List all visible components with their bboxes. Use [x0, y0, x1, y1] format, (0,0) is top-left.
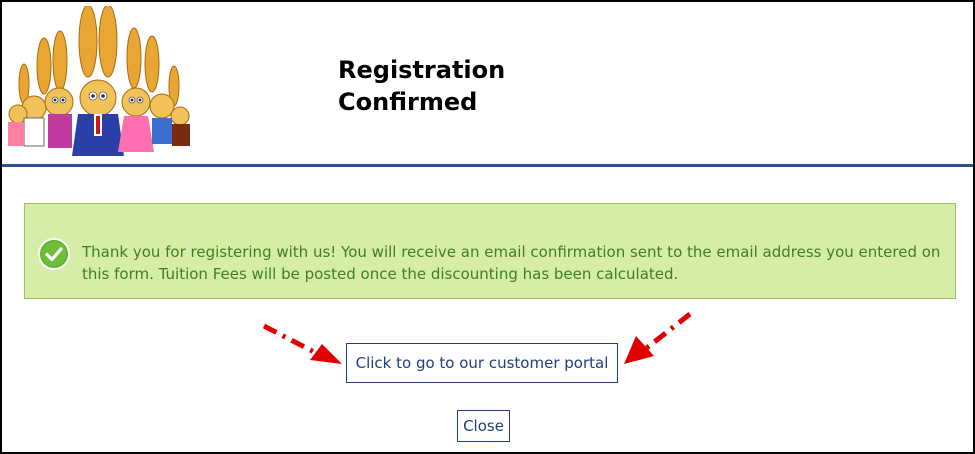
success-alert: Thank you for registering with us! You w…: [24, 203, 956, 299]
alert-message: Thank you for registering with us! You w…: [82, 243, 941, 283]
dialog-header: Registration Confirmed: [2, 2, 973, 167]
right-arrow-annotation: [624, 312, 692, 364]
checkmark-circle-icon: [38, 238, 70, 270]
left-arrow-annotation: [262, 323, 342, 364]
dialog-window: Registration Confirmed Thank you for reg…: [0, 0, 975, 454]
close-button[interactable]: Close: [457, 410, 510, 442]
customer-portal-button[interactable]: Click to go to our customer portal: [346, 343, 618, 383]
page-title: Registration Confirmed: [338, 54, 505, 118]
title-line-2: Confirmed: [338, 88, 478, 116]
title-line-1: Registration: [338, 56, 506, 84]
bunny-mascots-logo: [8, 6, 190, 156]
